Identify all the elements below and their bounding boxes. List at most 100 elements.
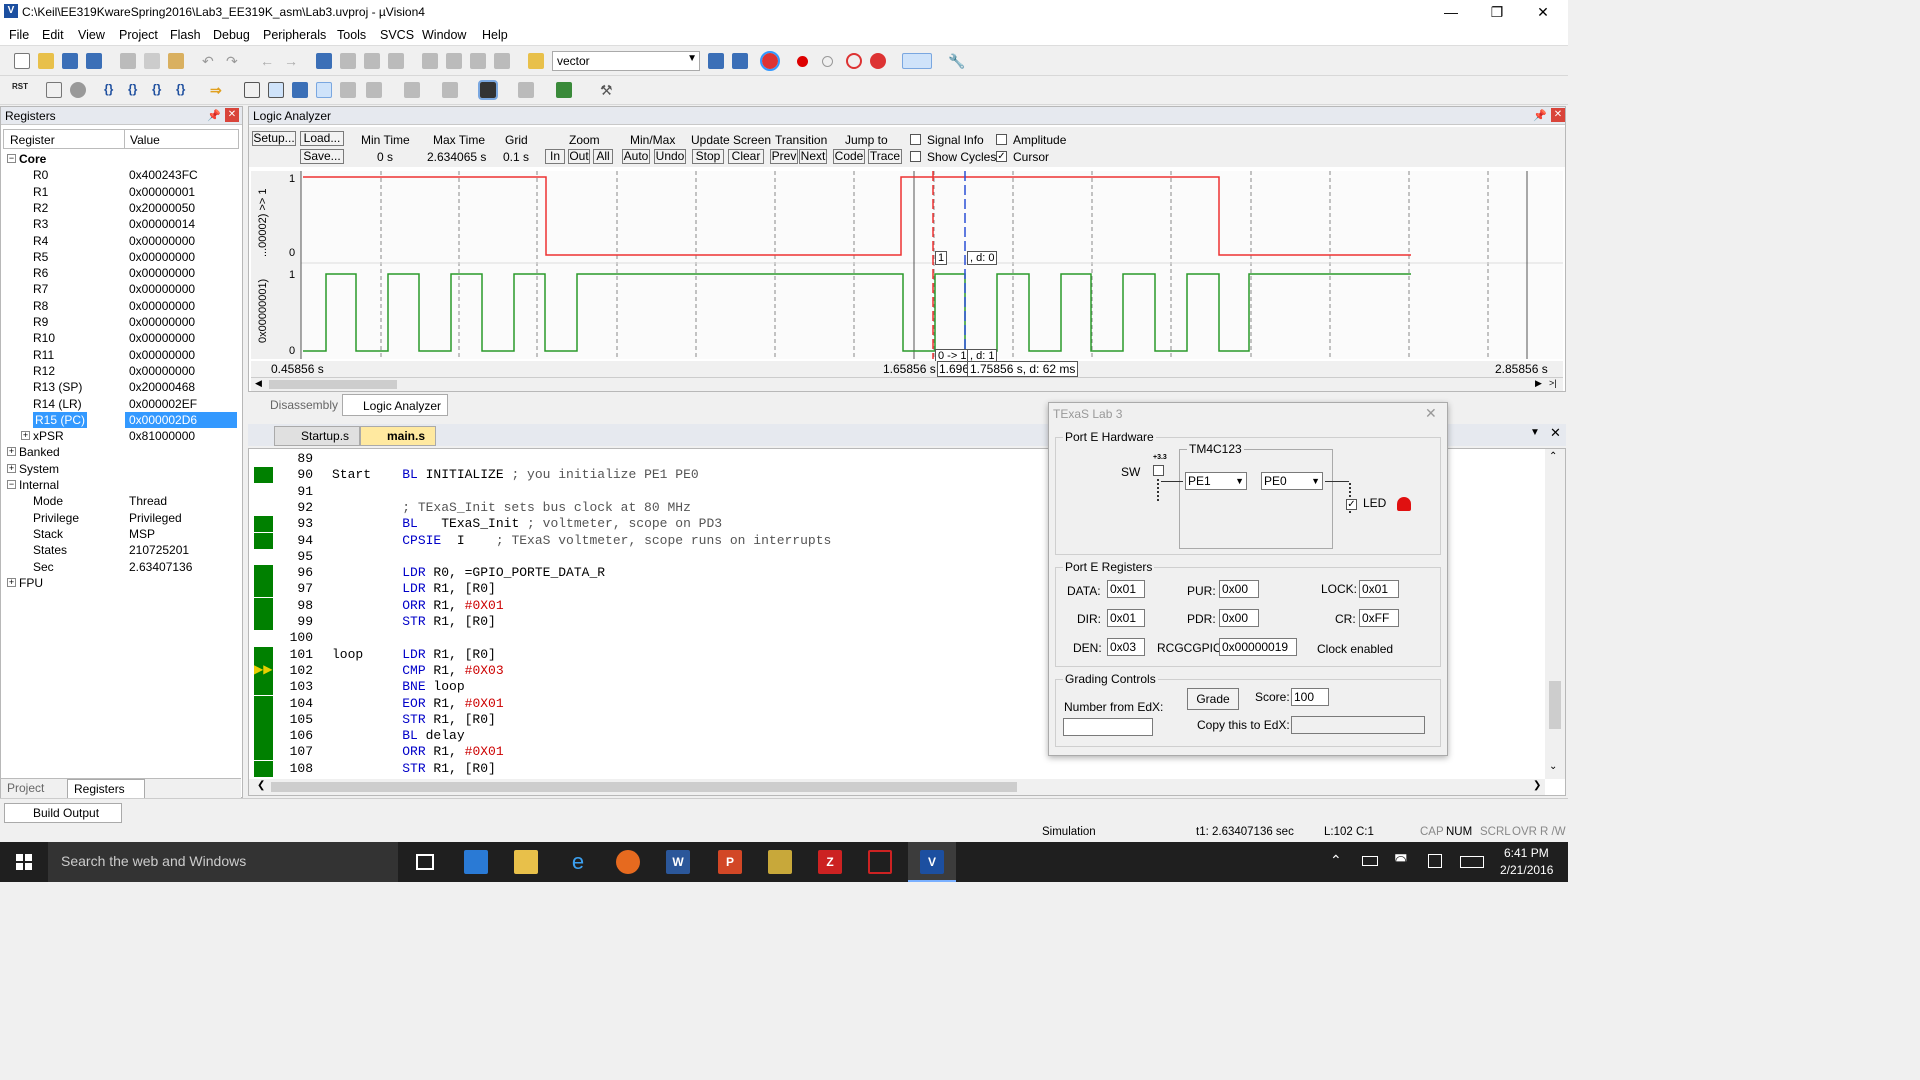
internal-mode[interactable]: Mode Thread [1,493,241,509]
toolbox-icon[interactable]: ⚒ [600,82,616,98]
indent-icon[interactable] [422,53,438,69]
menu-debug[interactable]: Debug [213,28,250,42]
configure-icon[interactable]: 🔧 [948,53,965,69]
scroll-up-icon[interactable]: ⌃ [1549,451,1557,462]
code-line[interactable]: STR R1, [R0] [332,761,496,776]
disassembly-window-icon[interactable] [268,82,284,98]
analysis-window-icon[interactable] [478,80,498,100]
texas-close-icon[interactable]: ✕ [1425,405,1437,422]
uncomment-icon[interactable] [494,53,510,69]
registers-window-icon[interactable] [316,82,332,98]
menu-tools[interactable]: Tools [337,28,366,42]
bookmark-prev-icon[interactable] [340,53,356,69]
powerpoint-icon[interactable]: P [718,850,742,874]
code-line[interactable]: ; TExaS_Init sets bus clock at 80 MHz [332,500,691,515]
auto-button[interactable]: Auto [622,149,650,164]
maximize-button[interactable]: ❐ [1474,2,1520,22]
stop-button[interactable]: Stop [692,149,724,164]
load-button[interactable]: Load... [300,131,344,146]
symbols-window-icon[interactable] [292,82,308,98]
edge-browser-icon[interactable]: e [566,850,590,874]
breakpoint-disable-all-icon[interactable] [846,53,862,69]
scroll-down-icon[interactable]: ⌄ [1549,761,1557,772]
watch-window-icon[interactable] [366,82,382,98]
scroll-thumb[interactable] [269,380,397,389]
dir-field[interactable]: 0x01 [1107,609,1145,627]
action-center-icon[interactable] [1428,854,1442,868]
score-field[interactable]: 100 [1291,688,1329,706]
pin-icon[interactable]: 📌 [1533,109,1547,122]
pe1-select[interactable]: PE1 ▼ [1185,472,1247,490]
signal-info-checkbox[interactable] [910,134,921,145]
step-into-icon[interactable]: {} [104,82,120,98]
firefox-icon[interactable] [616,850,640,874]
code-line[interactable]: STR R1, [R0] [332,614,496,629]
cut-icon[interactable] [120,53,136,69]
editor-menu-icon[interactable]: ▼ [1530,427,1540,438]
clock-time[interactable]: 6:41 PM [1504,846,1549,860]
register-r2[interactable]: R2 0x20000050 [1,200,241,216]
z-app-icon[interactable]: Z [818,850,842,874]
tray-chevron-up-icon[interactable]: ⌃ [1330,852,1342,869]
register-r6[interactable]: R6 0x00000000 [1,265,241,281]
register-r1[interactable]: R1 0x00000001 [1,184,241,200]
close-pane-icon[interactable]: ✕ [1551,108,1565,122]
tab-logic-analyzer[interactable]: Logic Analyzer [342,394,449,416]
menu-flash[interactable]: Flash [170,28,201,42]
tab-disassembly[interactable]: Disassembly [252,398,338,412]
menu-help[interactable]: Help [482,28,508,42]
step-out-icon[interactable]: {} [152,82,168,98]
expand-icon[interactable]: + [7,577,16,587]
comment-icon[interactable] [470,53,486,69]
open-folder-icon[interactable] [38,53,54,69]
menu-svcs[interactable]: SVCS [380,28,414,42]
new-file-icon[interactable] [14,53,30,69]
expand-icon[interactable]: + [7,463,16,473]
code-line[interactable]: ORR R1, #0X01 [332,744,503,759]
register-r0[interactable]: R0 0x400243FC [1,167,241,183]
collapse-icon[interactable]: − [7,480,16,489]
amplitude-checkbox[interactable] [996,134,1007,145]
word-icon[interactable]: W [666,850,690,874]
register-r12[interactable]: R12 0x00000000 [1,363,241,379]
menu-view[interactable]: View [78,28,105,42]
scroll-right-icon[interactable]: ▶ [1535,378,1542,389]
menu-file[interactable]: File [9,28,29,42]
system-viewer-icon[interactable] [556,82,572,98]
zoom-all-button[interactable]: All [593,149,613,164]
undo-button[interactable]: Undo [654,149,686,164]
lock-field[interactable]: 0x01 [1359,580,1399,598]
command-window-icon[interactable] [244,82,260,98]
unindent-icon[interactable] [446,53,462,69]
scroll-end-icon[interactable]: >| [1549,378,1557,388]
save-all-icon[interactable] [86,53,102,69]
register-r9[interactable]: R9 0x00000000 [1,314,241,330]
redo-icon[interactable]: ↷ [226,53,242,69]
internal-sec[interactable]: Sec 2.63407136 [1,559,241,575]
tab-build-output[interactable]: Build Output [4,803,122,823]
register-r11[interactable]: R11 0x00000000 [1,347,241,363]
breakpoint-icon[interactable] [797,56,808,67]
register-r7[interactable]: R7 0x00000000 [1,281,241,297]
code-line[interactable]: BL TExaS_Init ; voltmeter, scope on PD3 [332,516,722,531]
zoom-in-button[interactable]: In [545,149,565,164]
menu-edit[interactable]: Edit [42,28,64,42]
prev-button[interactable]: Prev [770,149,798,164]
rcgcgpio-field[interactable]: 0x00000019 [1219,638,1297,656]
switch-checkbox[interactable] [1153,465,1164,476]
code-line[interactable]: ORR R1, #0X01 [332,598,503,613]
internal-privilege[interactable]: Privilege Privileged [1,510,241,526]
grade-button[interactable]: Grade [1187,688,1239,710]
scroll-left-icon[interactable]: ❮ [257,780,265,791]
find-icon[interactable] [708,53,724,69]
show-next-statement-icon[interactable]: ⇒ [210,82,226,98]
minimize-button[interactable]: — [1428,2,1474,22]
pur-field[interactable]: 0x00 [1219,580,1259,598]
run-to-cursor-icon[interactable]: {} [176,82,192,98]
trace-window-icon[interactable] [518,82,534,98]
code-line[interactable]: BNE loop [332,679,464,694]
serial-window-icon[interactable] [442,82,458,98]
code-line[interactable]: CMP R1, #0X03 [332,663,503,678]
internal-stack[interactable]: Stack MSP [1,526,241,542]
window-layout-icon[interactable] [902,53,932,69]
